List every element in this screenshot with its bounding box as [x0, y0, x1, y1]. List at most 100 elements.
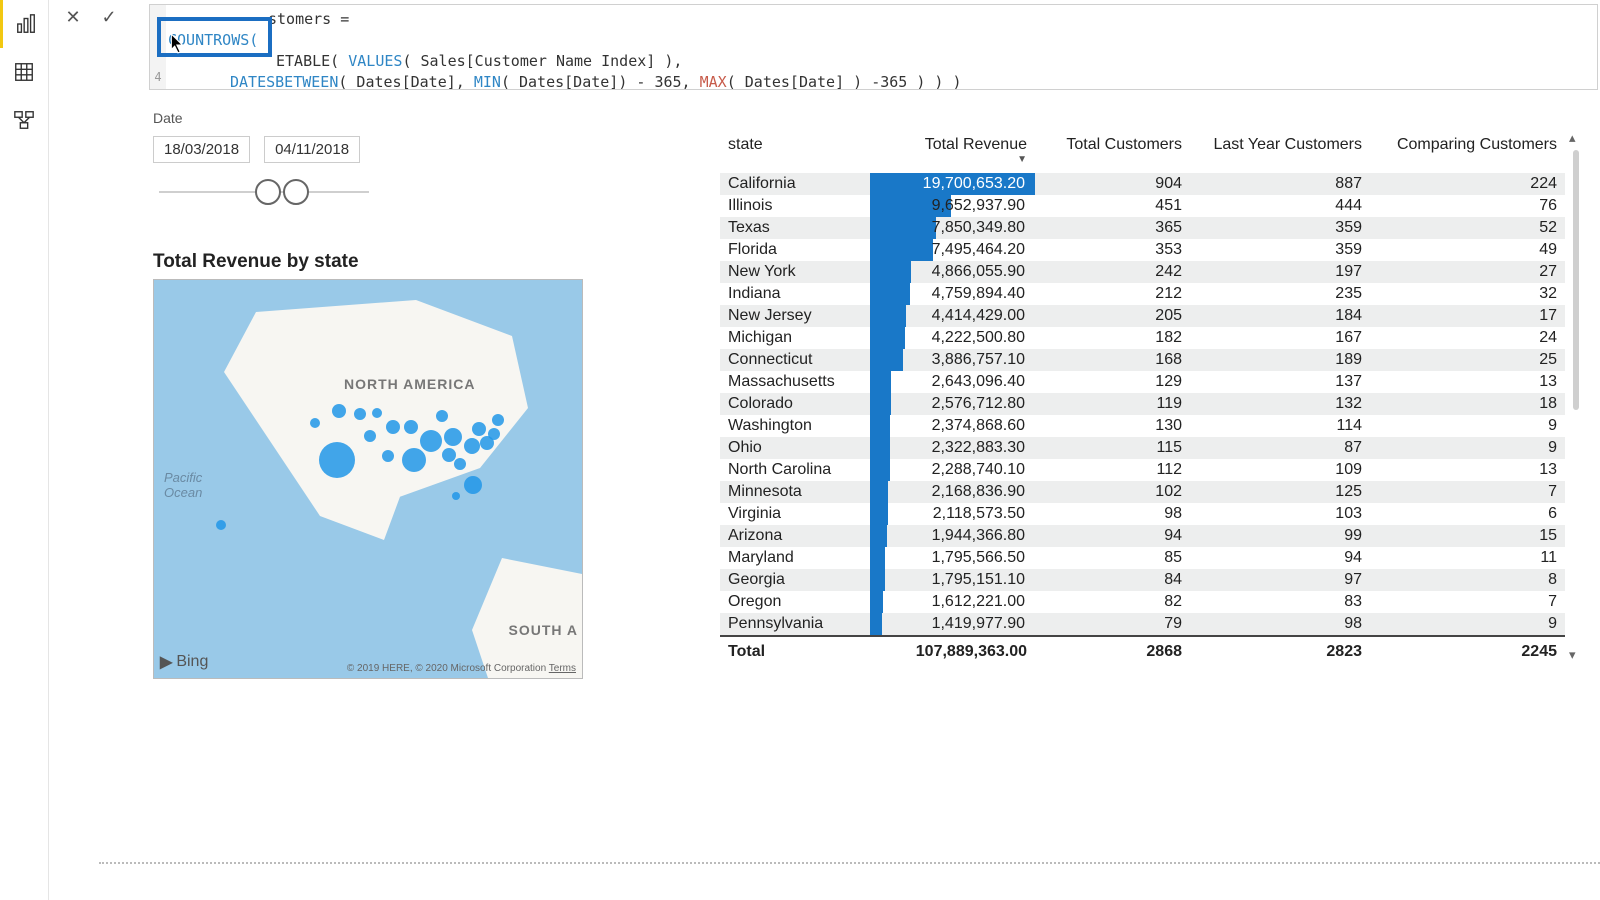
table-row[interactable]: California19,700,653.20904887224 [720, 173, 1565, 195]
code-frag: ( Dates[Date]) - 365, [501, 73, 700, 90]
table-row[interactable]: Ohio2,322,883.30115879 [720, 437, 1565, 459]
cell-state: Michigan [720, 327, 870, 349]
slider-thumb-to[interactable] [283, 179, 309, 205]
map-bubble[interactable] [488, 428, 500, 440]
cell-customers: 102 [1035, 481, 1190, 503]
table-row[interactable]: Colorado2,576,712.8011913218 [720, 393, 1565, 415]
table-row[interactable]: Massachusetts2,643,096.4012913713 [720, 371, 1565, 393]
table-row[interactable]: Texas7,850,349.8036535952 [720, 217, 1565, 239]
highlight-annotation [157, 17, 272, 57]
cell-cmp: 18 [1370, 393, 1565, 415]
total-customers: 2868 [1035, 636, 1190, 663]
page-separator [99, 862, 1600, 864]
dax-editor[interactable]: 4 stomers = COUNTROWS( ETABLE( VALUES( S… [149, 4, 1598, 90]
table-row[interactable]: Maryland1,795,566.50859411 [720, 547, 1565, 569]
scroll-down-icon[interactable]: ▾ [1569, 647, 1576, 663]
table-row[interactable]: Pennsylvania1,419,977.9079989 [720, 613, 1565, 636]
table-row[interactable]: Illinois9,652,937.9045144476 [720, 195, 1565, 217]
table-row[interactable]: New Jersey4,414,429.0020518417 [720, 305, 1565, 327]
col-comparing-customers[interactable]: Comparing Customers [1370, 130, 1565, 173]
table-row[interactable]: Washington2,374,868.601301149 [720, 415, 1565, 437]
table-row[interactable]: Connecticut3,886,757.1016818925 [720, 349, 1565, 371]
map-bubble[interactable] [402, 448, 426, 472]
map-bubble[interactable] [354, 408, 366, 420]
slicer-title: Date [153, 110, 393, 126]
cell-revenue: 2,288,740.10 [870, 459, 1035, 481]
map-bubble[interactable] [452, 492, 460, 500]
cell-customers: 242 [1035, 261, 1190, 283]
formula-bar[interactable]: ✕ ✓ 4 stomers = COUNTROWS( ETABLE( VALUE… [53, 0, 1600, 92]
map-bubble[interactable] [216, 520, 226, 530]
map-bubble[interactable] [464, 476, 482, 494]
col-ly-customers[interactable]: Last Year Customers [1190, 130, 1370, 173]
cell-cmp: 25 [1370, 349, 1565, 371]
map-bubble[interactable] [364, 430, 376, 442]
map-bubble[interactable] [420, 430, 442, 452]
cell-ly: 184 [1190, 305, 1370, 327]
map-bubble[interactable] [332, 404, 346, 418]
cell-ly: 83 [1190, 591, 1370, 613]
cell-customers: 365 [1035, 217, 1190, 239]
cell-cmp: 15 [1370, 525, 1565, 547]
cell-state: North Carolina [720, 459, 870, 481]
cell-state: Oregon [720, 591, 870, 613]
cell-revenue: 4,414,429.00 [870, 305, 1035, 327]
cell-cmp: 24 [1370, 327, 1565, 349]
date-to-input[interactable]: 04/11/2018 [264, 136, 360, 163]
date-slicer[interactable]: Date 18/03/2018 04/11/2018 [153, 110, 393, 213]
commit-formula-button[interactable]: ✓ [95, 4, 123, 30]
map-bubble[interactable] [382, 450, 394, 462]
map-terms-link[interactable]: Terms [549, 663, 576, 674]
code-frag: ( Dates[Date] ) -365 ) ) ) [727, 73, 962, 90]
cell-revenue: 2,118,573.50 [870, 503, 1035, 525]
cell-state: New Jersey [720, 305, 870, 327]
col-revenue[interactable]: Total Revenue▼ [870, 130, 1035, 173]
cell-ly: 359 [1190, 239, 1370, 261]
map-bubble[interactable] [310, 418, 320, 428]
scroll-up-icon[interactable]: ▴ [1569, 130, 1583, 146]
date-from-input[interactable]: 18/03/2018 [153, 136, 250, 163]
table-scrollbar[interactable]: ▴ ▾ [1569, 130, 1583, 663]
col-total-customers[interactable]: Total Customers [1035, 130, 1190, 173]
table-row[interactable]: Florida7,495,464.2035335949 [720, 239, 1565, 261]
map-bubble[interactable] [454, 458, 466, 470]
table-row[interactable]: Indiana4,759,894.4021223532 [720, 283, 1565, 305]
map-bubble[interactable] [372, 408, 382, 418]
cell-revenue: 1,944,366.80 [870, 525, 1035, 547]
map-bubble[interactable] [319, 442, 355, 478]
table-visual[interactable]: state Total Revenue▼ Total Customers Las… [720, 130, 1565, 663]
cell-customers: 94 [1035, 525, 1190, 547]
map-bubble[interactable] [386, 420, 400, 434]
table-row[interactable]: North Carolina2,288,740.1011210913 [720, 459, 1565, 481]
table-row[interactable]: Michigan4,222,500.8018216724 [720, 327, 1565, 349]
table-row[interactable]: Oregon1,612,221.0082837 [720, 591, 1565, 613]
data-view-icon[interactable] [0, 48, 48, 96]
cancel-formula-button[interactable]: ✕ [59, 4, 87, 30]
table-row[interactable]: Minnesota2,168,836.901021257 [720, 481, 1565, 503]
cell-cmp: 76 [1370, 195, 1565, 217]
code-fn: DATESBETWEEN [230, 73, 338, 90]
cell-revenue: 4,866,055.90 [870, 261, 1035, 283]
map-bubble[interactable] [492, 414, 504, 426]
map-bubble[interactable] [472, 422, 486, 436]
scroll-thumb[interactable] [1573, 150, 1579, 410]
slider-thumb-from[interactable] [255, 179, 281, 205]
map-bubble[interactable] [464, 438, 480, 454]
cell-ly: 87 [1190, 437, 1370, 459]
table-row[interactable]: Georgia1,795,151.1084978 [720, 569, 1565, 591]
table-row[interactable]: Virginia2,118,573.50981036 [720, 503, 1565, 525]
cell-state: Ohio [720, 437, 870, 459]
map-visual[interactable]: NORTH AMERICA SOUTH A Pacific Ocean [153, 279, 583, 679]
map-bubble[interactable] [404, 420, 418, 434]
model-view-icon[interactable] [0, 96, 48, 144]
table-row[interactable]: New York4,866,055.9024219727 [720, 261, 1565, 283]
map-copyright: © 2019 HERE, © 2020 Microsoft Corporatio… [347, 663, 576, 674]
cell-cmp: 9 [1370, 415, 1565, 437]
date-range-slider[interactable] [159, 173, 369, 213]
cell-cmp: 7 [1370, 591, 1565, 613]
col-state[interactable]: state [720, 130, 870, 173]
table-row[interactable]: Arizona1,944,366.80949915 [720, 525, 1565, 547]
map-bubble[interactable] [444, 428, 462, 446]
map-bubble[interactable] [436, 410, 448, 422]
report-view-icon[interactable] [0, 0, 48, 48]
